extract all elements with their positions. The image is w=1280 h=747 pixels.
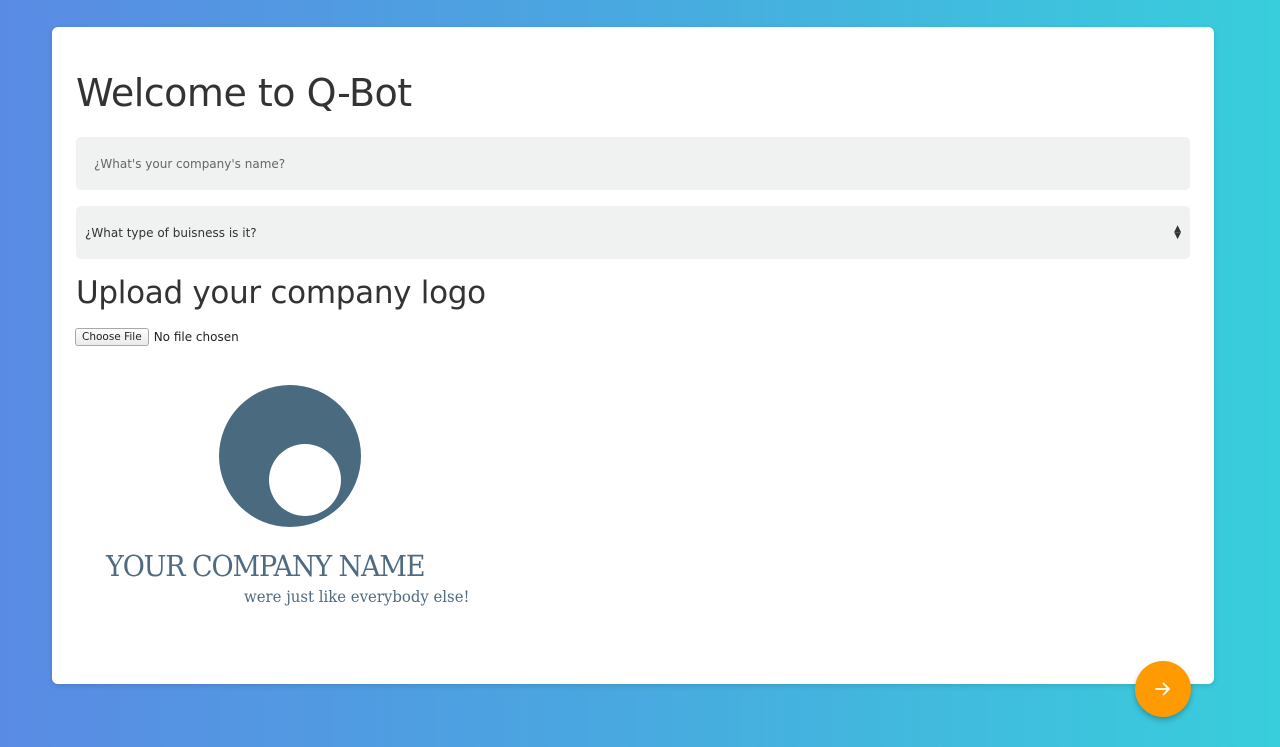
company-logo-preview: YOUR COMPANY NAME were just like everybo… [52,377,532,617]
business-type-select[interactable]: ¿What type of buisness is it? ▲ ▼ [76,206,1190,259]
business-type-selected-value: ¿What type of buisness is it? [85,225,257,240]
logo-company-name: YOUR COMPANY NAME [106,549,426,583]
file-upload-control: Choose File No file chosen [75,328,239,346]
company-name-input[interactable] [76,137,1190,190]
page-title: Welcome to Q-Bot [76,71,412,115]
next-button[interactable] [1135,661,1191,717]
select-arrows-icon: ▲ ▼ [1174,223,1181,241]
logo-slogan: were just like everybody else! [244,587,470,606]
arrow-right-icon [1155,682,1170,696]
logo-circle-mark-icon [219,385,361,527]
upload-logo-heading: Upload your company logo [76,275,486,311]
file-status-text: No file chosen [153,330,239,344]
welcome-card: Welcome to Q-Bot ¿What type of buisness … [52,27,1214,684]
choose-file-button[interactable]: Choose File [75,328,149,346]
